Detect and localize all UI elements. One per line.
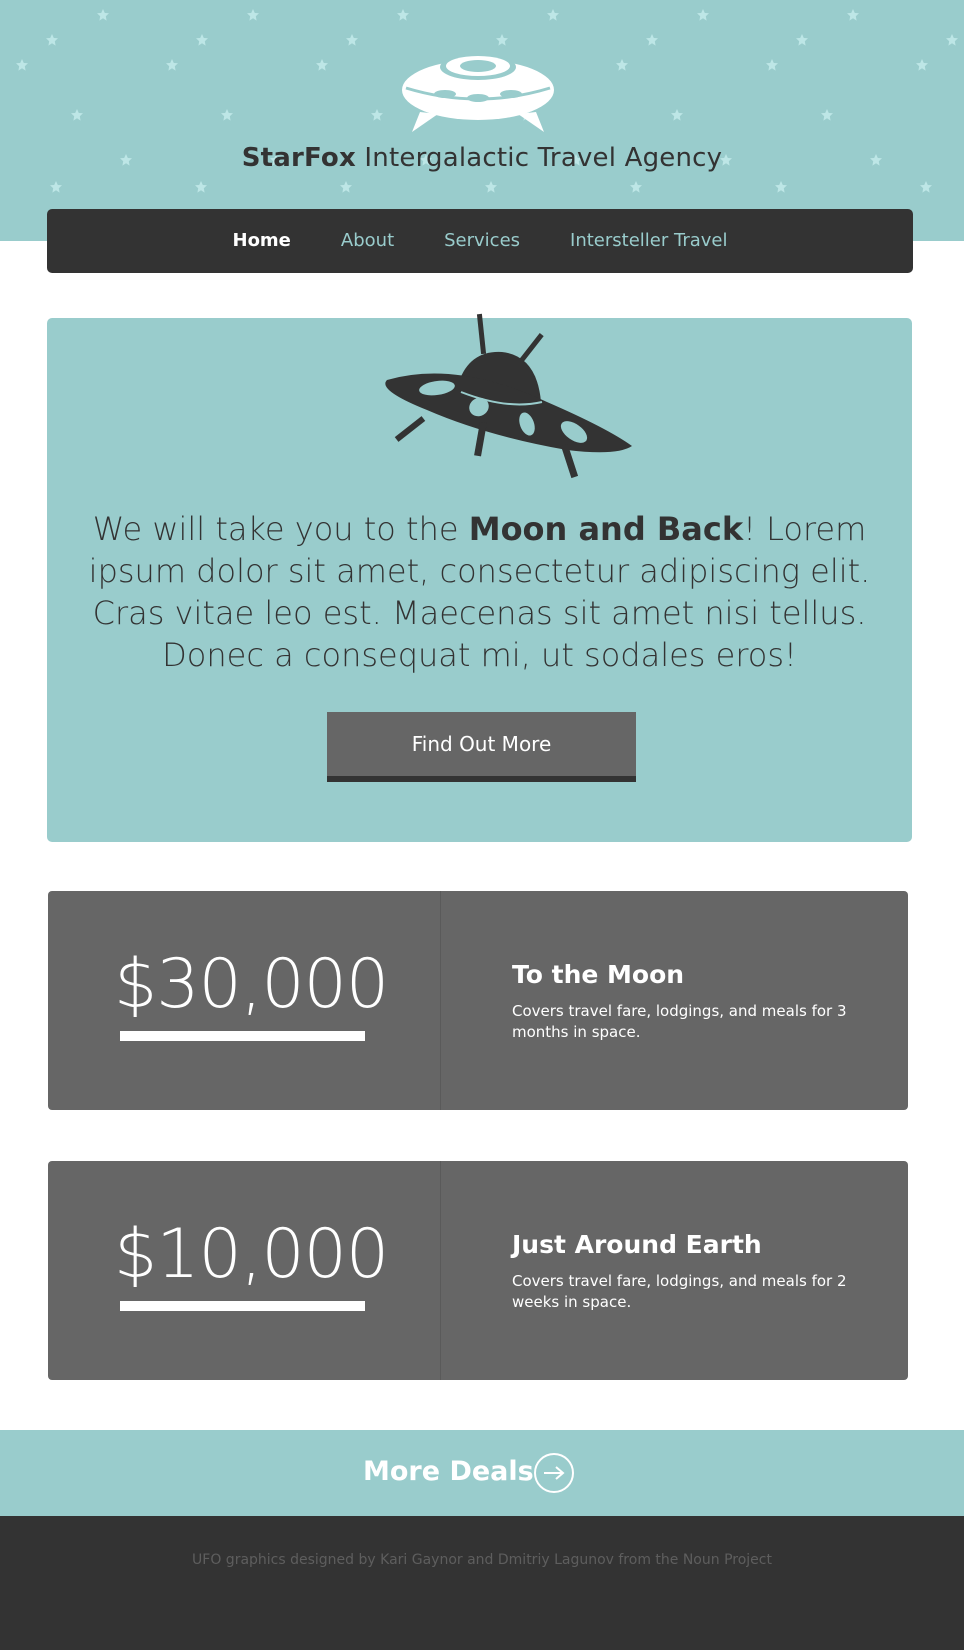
main-nav: Home About Services Intersteller Travel <box>47 209 913 273</box>
hero-message: We will take you to the Moon and Back! L… <box>87 508 872 676</box>
site-title-tagline: Intergalactic Travel Agency <box>355 143 723 173</box>
deal-price-panel: $10,000 <box>48 1161 441 1380</box>
price-underline <box>120 1031 365 1041</box>
deal-title: To the Moon <box>512 960 685 989</box>
site-footer: UFO graphics designed by Kari Gaynor and… <box>0 1516 964 1650</box>
ufo-illustration-icon <box>385 313 632 479</box>
nav-item-about[interactable]: About <box>341 229 394 253</box>
deal-title: Just Around Earth <box>512 1230 762 1259</box>
arrow-right-circle-icon[interactable] <box>533 1452 575 1494</box>
footer-credit: UFO graphics designed by Kari Gaynor and… <box>192 1552 772 1568</box>
site-title: StarFox Intergalactic Travel Agency <box>0 138 964 178</box>
hero-text-before: We will take you to the <box>92 510 469 548</box>
deal-price-panel: $30,000 <box>48 891 441 1110</box>
nav-item-services[interactable]: Services <box>444 229 520 253</box>
more-deals-link[interactable]: More Deals <box>363 1454 534 1490</box>
hero-panel: We will take you to the Moon and Back! L… <box>47 313 912 842</box>
deal-price: $10,000 <box>114 1215 389 1294</box>
site-title-brand: StarFox <box>241 143 356 173</box>
nav-item-home[interactable]: Home <box>233 229 291 253</box>
price-underline <box>120 1301 365 1311</box>
hero-text-highlight: Moon and Back <box>468 510 744 548</box>
site-header: StarFox Intergalactic Travel Agency <box>0 0 964 241</box>
deal-card: $10,000 Just Around Earth Covers travel … <box>48 1161 908 1380</box>
deal-description: Covers travel fare, lodgings, and meals … <box>512 1002 847 1041</box>
deal-price: $30,000 <box>114 945 389 1024</box>
ufo-logo-icon <box>402 54 554 132</box>
deal-description: Covers travel fare, lodgings, and meals … <box>512 1272 847 1311</box>
more-deals-banner: More Deals <box>0 1430 964 1516</box>
nav-item-intersteller-travel[interactable]: Intersteller Travel <box>570 229 727 253</box>
find-out-more-button[interactable]: Find Out More <box>327 712 636 782</box>
deal-card: $30,000 To the Moon Covers travel fare, … <box>48 891 908 1110</box>
